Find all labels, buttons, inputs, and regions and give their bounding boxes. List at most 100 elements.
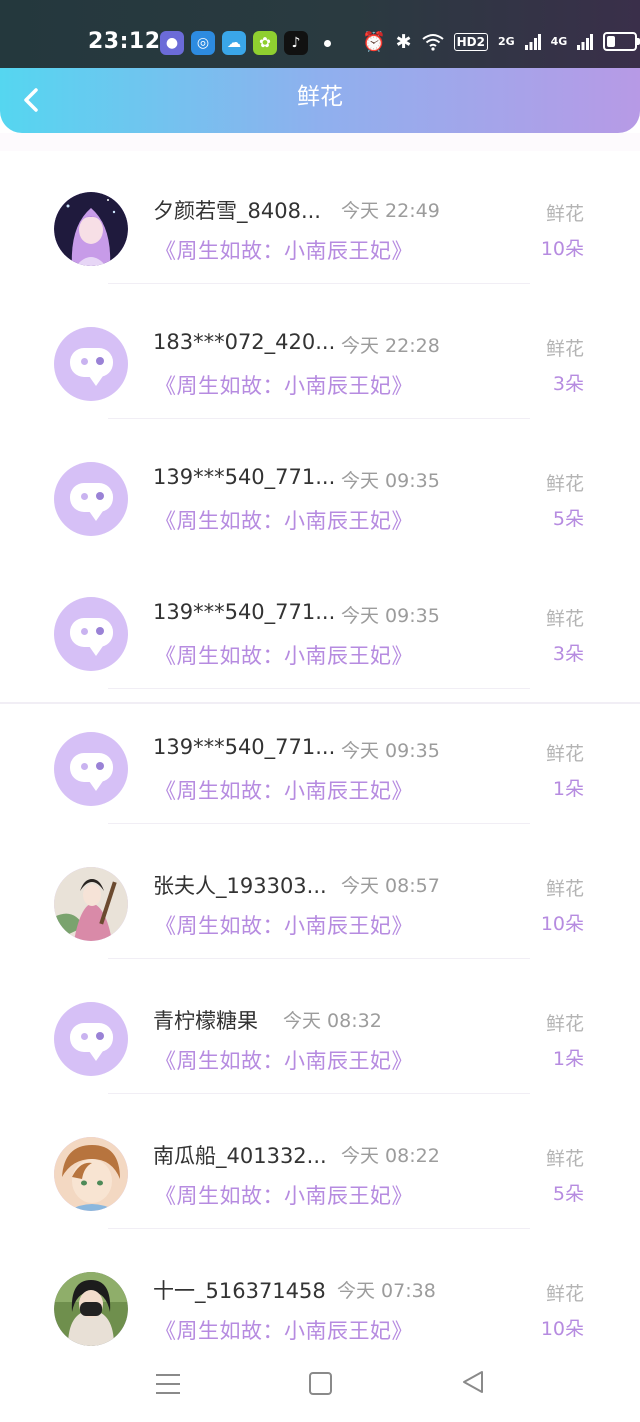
book-title-link[interactable]: 《周生如故：小南辰王妃》 bbox=[155, 1180, 413, 1210]
avatar[interactable] bbox=[54, 1002, 128, 1076]
gift-type: 鲜花 bbox=[545, 608, 584, 630]
system-icons: ⏰ ✱ HD2 2G 4G bbox=[362, 30, 640, 53]
avatar[interactable] bbox=[54, 867, 128, 941]
gift-time: 今天 08:57 bbox=[341, 875, 440, 897]
system-nav-bar bbox=[0, 1355, 640, 1422]
menu-icon[interactable] bbox=[156, 1374, 180, 1394]
gift-time: 今天 07:38 bbox=[337, 1280, 436, 1302]
notification-icons: ● ◎ ☁ ✿ ♪ bbox=[160, 31, 308, 55]
list-item[interactable]: 张夫人_193303... 今天 08:57 《周生如故：小南辰王妃》 鲜花 1… bbox=[0, 826, 640, 961]
row-divider bbox=[108, 1228, 530, 1229]
row-divider bbox=[108, 958, 530, 959]
battery-icon bbox=[603, 32, 640, 51]
gift-type: 鲜花 bbox=[545, 473, 584, 495]
avatar[interactable] bbox=[54, 1272, 128, 1346]
back-triangle-icon[interactable] bbox=[460, 1369, 486, 1395]
header-spacer bbox=[0, 133, 640, 151]
signal-label-2g: 2G bbox=[497, 35, 515, 48]
status-time: 23:12 bbox=[88, 29, 161, 54]
avatar[interactable] bbox=[54, 1137, 128, 1211]
page-title: 鲜花 bbox=[297, 84, 343, 110]
app-circle-icon: ◎ bbox=[191, 31, 215, 55]
user-name: 青柠檬糖果 bbox=[153, 1009, 258, 1033]
list-item[interactable]: 139***540_771... 今天 09:35 《周生如故：小南辰王妃》 鲜… bbox=[0, 691, 640, 826]
gift-count: 10朵 bbox=[540, 238, 584, 260]
list-item[interactable]: 139***540_771... 今天 09:35 《周生如故：小南辰王妃》 鲜… bbox=[0, 421, 640, 556]
list-item[interactable]: 夕颜若雪_8408... 今天 22:49 《周生如故：小南辰王妃》 鲜花 10… bbox=[0, 151, 640, 286]
app-bubble-icon: ● bbox=[160, 31, 184, 55]
row-divider bbox=[108, 823, 530, 824]
signal-label-4g: 4G bbox=[550, 35, 568, 48]
gift-count: 3朵 bbox=[552, 643, 584, 665]
avatar[interactable] bbox=[54, 597, 128, 671]
gift-time: 今天 09:35 bbox=[341, 470, 440, 492]
app-cloud-icon: ☁ bbox=[222, 31, 246, 55]
book-title-link[interactable]: 《周生如故：小南辰王妃》 bbox=[155, 1315, 413, 1345]
row-divider bbox=[108, 1093, 530, 1094]
gift-time: 今天 09:35 bbox=[341, 740, 440, 762]
avatar[interactable] bbox=[54, 732, 128, 806]
photo-anime-girl bbox=[54, 192, 128, 266]
book-title-link[interactable]: 《周生如故：小南辰王妃》 bbox=[155, 505, 413, 535]
book-title-link[interactable]: 《周生如故：小南辰王妃》 bbox=[155, 775, 413, 805]
book-title-link[interactable]: 《周生如故：小南辰王妃》 bbox=[155, 1045, 413, 1075]
gift-time: 今天 08:22 bbox=[341, 1145, 440, 1167]
gift-count: 10朵 bbox=[540, 1318, 584, 1340]
bluetooth-icon: ✱ bbox=[395, 30, 412, 53]
gift-type: 鲜花 bbox=[545, 338, 584, 360]
gift-count: 5朵 bbox=[552, 1183, 584, 1205]
gift-time: 今天 09:35 bbox=[341, 605, 440, 627]
book-title-link[interactable]: 《周生如故：小南辰王妃》 bbox=[155, 910, 413, 940]
avatar[interactable] bbox=[54, 327, 128, 401]
tiktok-icon: ♪ bbox=[284, 31, 308, 55]
list-item[interactable]: 南瓜船_401332... 今天 08:22 《周生如故：小南辰王妃》 鲜花 5… bbox=[0, 1096, 640, 1231]
user-name: 139***540_771... bbox=[153, 465, 336, 489]
hd-tag: HD2 bbox=[453, 32, 488, 51]
row-divider bbox=[108, 283, 530, 284]
signal-icon-2 bbox=[577, 33, 594, 50]
book-title-link[interactable]: 《周生如故：小南辰王妃》 bbox=[155, 640, 413, 670]
default-chat-icon bbox=[70, 483, 113, 521]
user-name: 183***072_420... bbox=[153, 330, 336, 354]
app-green-icon: ✿ bbox=[253, 31, 277, 55]
list-item[interactable]: 十一_516371458 今天 07:38 《周生如故：小南辰王妃》 鲜花 10… bbox=[0, 1231, 640, 1366]
book-title-link[interactable]: 《周生如故：小南辰王妃》 bbox=[155, 370, 413, 400]
user-name: 南瓜船_401332... bbox=[153, 1144, 327, 1168]
gift-type: 鲜花 bbox=[545, 1283, 584, 1305]
user-name: 夕颜若雪_8408... bbox=[153, 199, 321, 223]
user-name: 十一_516371458 bbox=[153, 1279, 326, 1303]
gift-count: 10朵 bbox=[540, 913, 584, 935]
gift-count: 3朵 bbox=[552, 373, 584, 395]
alarm-icon: ⏰ bbox=[362, 31, 386, 53]
row-divider bbox=[108, 418, 530, 419]
gift-time: 今天 22:28 bbox=[341, 335, 440, 357]
wifi-icon bbox=[421, 33, 444, 51]
list-item[interactable]: 139***540_771... 今天 09:35 《周生如故：小南辰王妃》 鲜… bbox=[0, 556, 640, 691]
gift-type: 鲜花 bbox=[545, 743, 584, 765]
gift-time: 今天 08:32 bbox=[283, 1010, 382, 1032]
user-name: 139***540_771... bbox=[153, 735, 336, 759]
gift-count: 1朵 bbox=[552, 1048, 584, 1070]
more-notifications-dot bbox=[324, 40, 331, 47]
user-name: 139***540_771... bbox=[153, 600, 336, 624]
gift-count: 5朵 bbox=[552, 508, 584, 530]
avatar[interactable] bbox=[54, 462, 128, 536]
gift-type: 鲜花 bbox=[545, 1013, 584, 1035]
gift-type: 鲜花 bbox=[545, 1148, 584, 1170]
list-item[interactable]: 青柠檬糖果 今天 08:32 《周生如故：小南辰王妃》 鲜花 1朵 bbox=[0, 961, 640, 1096]
gift-time: 今天 22:49 bbox=[341, 200, 440, 222]
list-item[interactable]: 183***072_420... 今天 22:28 《周生如故：小南辰王妃》 鲜… bbox=[0, 286, 640, 421]
default-chat-icon bbox=[70, 618, 113, 656]
page-header: 鲜花 bbox=[0, 68, 640, 133]
home-icon[interactable] bbox=[309, 1372, 332, 1395]
default-chat-icon bbox=[70, 753, 113, 791]
default-chat-icon bbox=[70, 1023, 113, 1061]
gift-type: 鲜花 bbox=[545, 203, 584, 225]
avatar[interactable] bbox=[54, 192, 128, 266]
gift-type: 鲜花 bbox=[545, 878, 584, 900]
gift-count: 1朵 bbox=[552, 778, 584, 800]
book-title-link[interactable]: 《周生如故：小南辰王妃》 bbox=[155, 235, 413, 265]
signal-icon bbox=[524, 33, 541, 50]
photo-anime-boy bbox=[54, 1137, 128, 1211]
photo-masked-person bbox=[54, 1272, 128, 1346]
